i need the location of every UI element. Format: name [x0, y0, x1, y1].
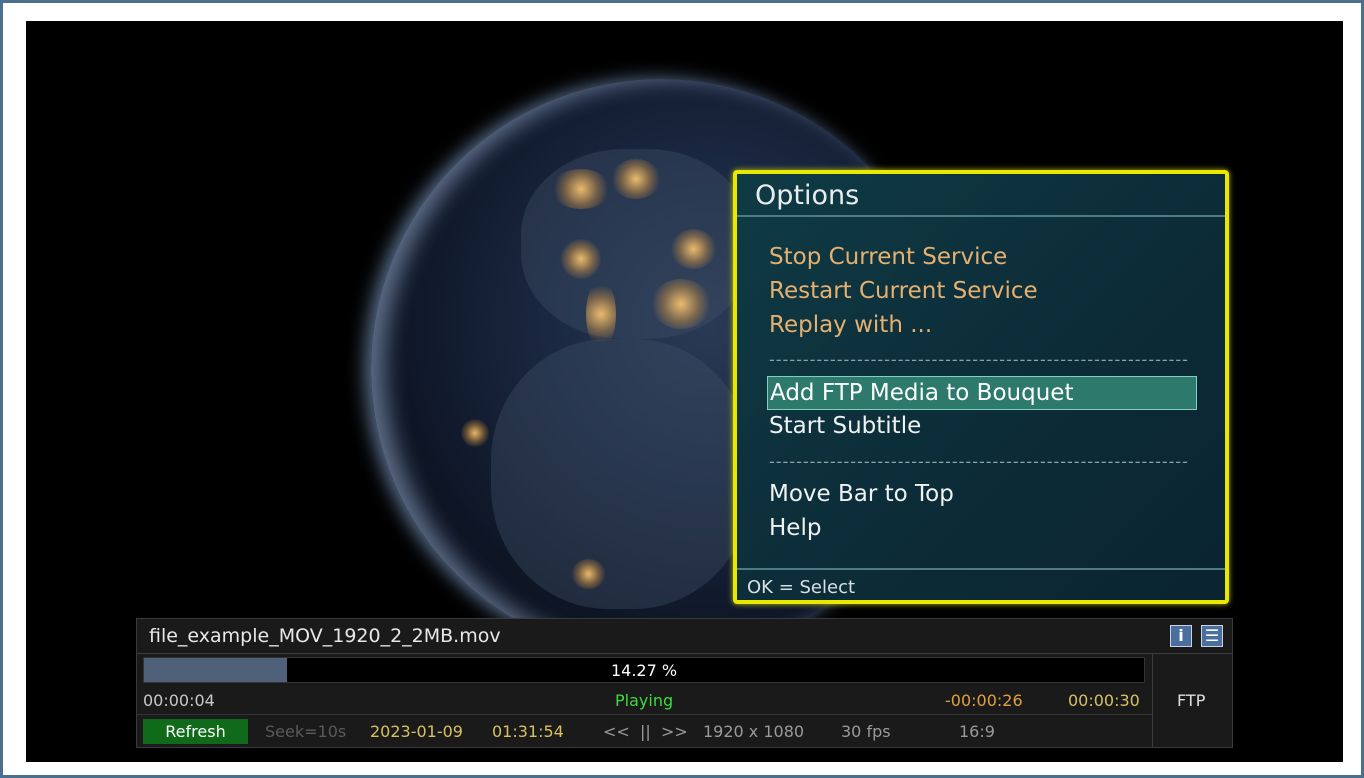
current-date: 2023-01-09 — [370, 722, 463, 741]
menu-separator: ----------------------------------------… — [769, 452, 1189, 471]
city-lights — [561, 239, 601, 279]
options-title: Options — [755, 180, 860, 211]
remaining-time: -00:00:26 — [945, 691, 1023, 710]
playback-status: Playing — [615, 691, 674, 710]
city-lights — [611, 159, 661, 199]
title-divider — [737, 215, 1225, 217]
progress-bar[interactable]: 14.27 % — [143, 657, 1145, 683]
menu-item-start-subtitle[interactable]: Start Subtitle — [769, 413, 921, 439]
city-lights — [651, 279, 711, 329]
total-duration: 00:00:30 — [1068, 691, 1140, 710]
filename: file_example_MOV_1920_2_2MB.mov — [149, 625, 501, 647]
info-icon[interactable]: i — [1170, 625, 1192, 647]
bar-divider — [137, 653, 1232, 654]
menu-item-restart-current-service[interactable]: Restart Current Service — [769, 278, 1038, 304]
row-divider — [137, 714, 1152, 715]
elapsed-time: 00:00:04 — [143, 691, 215, 710]
menu-item-move-bar-to-top[interactable]: Move Bar to Top — [769, 481, 954, 507]
source-divider — [1152, 654, 1153, 747]
options-footer-hint: OK = Select — [747, 577, 856, 598]
city-lights — [551, 169, 611, 209]
frame-rate: 30 fps — [841, 722, 891, 741]
resolution: 1920 x 1080 — [703, 722, 805, 741]
progress-percent: 14.27 % — [610, 661, 678, 680]
menu-item-stop-current-service[interactable]: Stop Current Service — [769, 244, 1007, 270]
refresh-button[interactable]: Refresh — [143, 719, 248, 744]
menu-separator: ----------------------------------------… — [769, 350, 1189, 369]
current-time: 01:31:54 — [492, 722, 564, 741]
footer-divider — [737, 568, 1225, 570]
player-info-bar: file_example_MOV_1920_2_2MB.mov i ☰ 14.2… — [136, 618, 1233, 748]
options-menu: Options Stop Current Service Restart Cur… — [733, 170, 1229, 604]
source-label: FTP — [1177, 691, 1206, 710]
land-africa — [491, 339, 751, 609]
window-frame: Options Stop Current Service Restart Cur… — [0, 0, 1364, 778]
menu-item-add-ftp-media-to-bouquet[interactable]: Add FTP Media to Bouquet — [767, 376, 1197, 410]
transport-controls[interactable]: << || >> — [603, 722, 688, 741]
menu-item-replay-with[interactable]: Replay with ... — [769, 312, 932, 338]
menu-icon[interactable]: ☰ — [1201, 625, 1223, 647]
city-lights — [586, 279, 616, 349]
aspect-ratio: 16:9 — [959, 722, 995, 741]
menu-item-help[interactable]: Help — [769, 515, 821, 541]
seek-step: Seek=10s — [265, 722, 347, 741]
video-area[interactable]: Options Stop Current Service Restart Cur… — [26, 21, 1343, 762]
city-lights — [571, 559, 606, 589]
city-lights — [461, 419, 489, 447]
city-lights — [671, 229, 716, 269]
